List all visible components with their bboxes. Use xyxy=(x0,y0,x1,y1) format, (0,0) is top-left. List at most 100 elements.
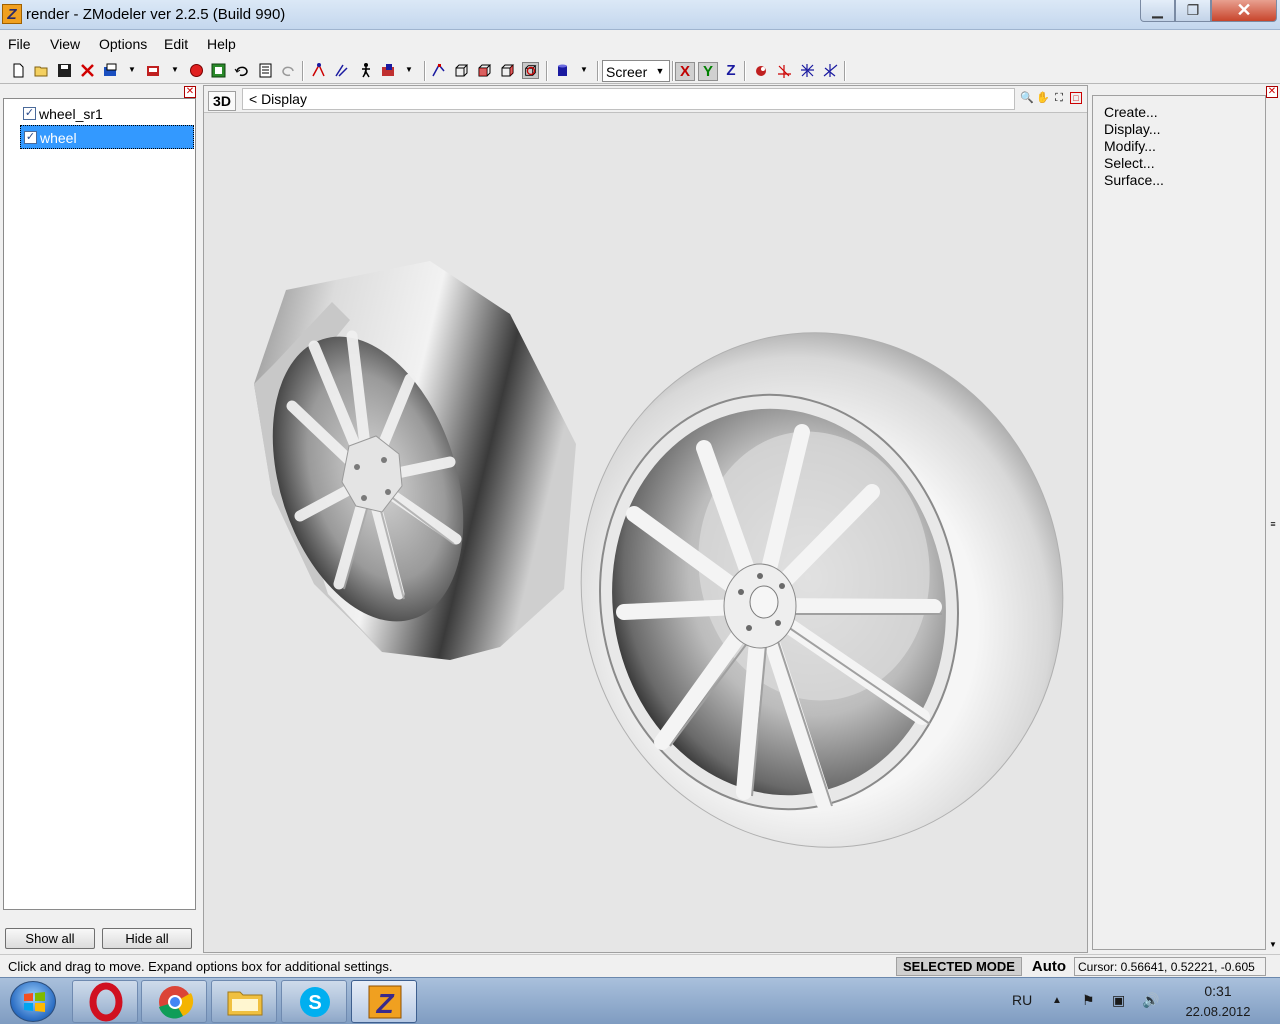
dropdown-arrow-icon[interactable]: ▼ xyxy=(171,65,188,82)
box-view-icon[interactable] xyxy=(453,62,470,79)
clock-time[interactable]: 0:31 xyxy=(1203,983,1233,999)
scroll-down-icon[interactable]: ▼ xyxy=(1268,940,1278,950)
pick-icon[interactable] xyxy=(430,62,447,79)
folder-icon xyxy=(227,991,263,1016)
list-item-selected[interactable]: ✓ wheel xyxy=(20,125,194,149)
scroll-grip-icon[interactable]: ≡ xyxy=(1268,519,1278,529)
close-button[interactable]: ✕ xyxy=(1211,0,1277,22)
toolbar-separator xyxy=(597,61,599,81)
breadcrumb[interactable]: < Display xyxy=(242,88,1015,110)
new-file-icon[interactable] xyxy=(10,62,27,79)
scrollbar[interactable]: ≡ ▼ xyxy=(1267,99,1279,951)
camera-icon[interactable] xyxy=(554,62,571,79)
minimize-button[interactable]: ▁ xyxy=(1140,0,1175,22)
cursor-coordinates: Cursor: 0.56641, 0.52221, -0.605 xyxy=(1074,957,1266,976)
command-modify[interactable]: Modify... xyxy=(1104,138,1156,154)
object-list-panel: ✕ ✓ wheel_sr1 ✓ wheel Show all Hide all xyxy=(0,85,200,953)
axis-icon[interactable] xyxy=(753,62,770,79)
command-display[interactable]: Display... xyxy=(1104,121,1161,137)
menu-edit[interactable]: Edit xyxy=(164,36,188,52)
side-view-icon[interactable] xyxy=(499,62,516,79)
taskbar-skype[interactable]: S xyxy=(281,980,347,1023)
zoom-icon[interactable]: 🔍 xyxy=(1020,91,1034,105)
select-vertex-icon[interactable] xyxy=(310,62,327,79)
view-mode-value: Screer xyxy=(606,64,648,80)
list-item[interactable]: ✓ wheel_sr1 xyxy=(20,102,194,126)
maximize-viewport-icon[interactable]: □ xyxy=(1070,92,1082,104)
panel-close-icon[interactable]: ✕ xyxy=(1266,86,1278,98)
toolbar-separator xyxy=(302,61,304,81)
axis-x-toggle[interactable]: X xyxy=(675,62,695,81)
undo-icon[interactable] xyxy=(233,62,250,79)
front-view-icon[interactable] xyxy=(476,62,493,79)
windows-logo-icon xyxy=(24,992,45,1012)
action-center-flag-icon[interactable]: ⚑ xyxy=(1082,992,1095,1009)
texture-icon[interactable] xyxy=(210,62,227,79)
maximize-button[interactable]: ❐ xyxy=(1175,0,1211,22)
select-edge-icon[interactable] xyxy=(333,62,350,79)
toolbar-separator xyxy=(744,61,746,81)
taskbar-zmodeler[interactable]: Z xyxy=(351,980,417,1023)
viewport-header: 3D < Display 🔍 ✋ ⛶ □ xyxy=(204,86,1087,113)
visibility-checkbox[interactable]: ✓ xyxy=(23,107,36,120)
dropdown-arrow-icon[interactable]: ▼ xyxy=(128,65,145,82)
selection-mode-badge[interactable]: SELECTED MODE xyxy=(896,957,1022,976)
show-hidden-icons-icon[interactable]: ▲ xyxy=(1052,995,1062,1006)
perspective-view-icon[interactable] xyxy=(522,62,539,79)
import-icon[interactable] xyxy=(102,62,119,79)
hide-all-button[interactable]: Hide all xyxy=(102,928,192,949)
volume-icon[interactable]: 🔊 xyxy=(1142,992,1159,1009)
dropdown-arrow-icon[interactable]: ▼ xyxy=(580,65,597,82)
menu-view[interactable]: View xyxy=(50,36,80,52)
select-object-icon[interactable] xyxy=(357,62,374,79)
wheel-model xyxy=(580,332,1064,848)
view-mode-select[interactable]: Screer ▼ xyxy=(602,60,670,82)
object-name: wheel_sr1 xyxy=(39,106,103,122)
axis-z-toggle[interactable]: Z xyxy=(721,62,741,81)
view-type-label[interactable]: 3D xyxy=(208,91,236,111)
zmodeler-app-icon[interactable]: Z xyxy=(2,4,22,24)
command-create[interactable]: Create... xyxy=(1104,104,1158,120)
auto-mode-label[interactable]: Auto xyxy=(1026,957,1072,976)
object-name: wheel xyxy=(40,130,77,146)
axis-y-toggle[interactable]: Y xyxy=(698,62,718,81)
transform-icon[interactable] xyxy=(380,62,397,79)
move-axis-icon[interactable] xyxy=(776,62,793,79)
toolbar-separator xyxy=(424,61,426,81)
visibility-checkbox[interactable]: ✓ xyxy=(24,131,37,144)
material-icon[interactable] xyxy=(188,62,205,79)
menu-file[interactable]: File xyxy=(8,36,31,52)
menu-options[interactable]: Options xyxy=(99,36,147,52)
viewport-3d: 3D < Display 🔍 ✋ ⛶ □ xyxy=(203,85,1088,953)
skype-icon: S xyxy=(300,987,330,1017)
delete-icon[interactable] xyxy=(79,62,96,79)
start-button[interactable] xyxy=(10,981,56,1022)
svg-text:Z: Z xyxy=(375,988,394,1019)
redo-icon[interactable] xyxy=(280,62,297,79)
taskbar-chrome[interactable] xyxy=(141,980,207,1023)
language-indicator[interactable]: RU xyxy=(1012,992,1032,1008)
command-select[interactable]: Select... xyxy=(1104,155,1155,171)
clock-date[interactable]: 22.08.2012 xyxy=(1181,1004,1255,1019)
panel-close-icon[interactable]: ✕ xyxy=(184,86,196,98)
rotate-axis-icon[interactable] xyxy=(799,62,816,79)
fit-view-icon[interactable]: ⛶ xyxy=(1052,91,1066,105)
show-all-button[interactable]: Show all xyxy=(5,928,95,949)
taskbar-explorer[interactable] xyxy=(211,980,277,1023)
command-surface[interactable]: Surface... xyxy=(1104,172,1164,188)
object-tree: ✓ wheel_sr1 ✓ wheel xyxy=(3,98,196,910)
menu-bar: File View Options Edit Help xyxy=(0,31,1280,57)
scale-axis-icon[interactable] xyxy=(822,62,839,79)
notes-icon[interactable] xyxy=(257,62,274,79)
dropdown-arrow-icon[interactable]: ▼ xyxy=(405,65,422,82)
pan-hand-icon[interactable]: ✋ xyxy=(1036,91,1050,105)
network-icon[interactable]: ▣ xyxy=(1112,992,1125,1009)
open-file-icon[interactable] xyxy=(33,62,50,79)
menu-help[interactable]: Help xyxy=(207,36,236,52)
export-icon[interactable] xyxy=(145,62,162,79)
save-icon[interactable] xyxy=(56,62,73,79)
viewport-canvas[interactable] xyxy=(204,114,1087,952)
taskbar-opera[interactable] xyxy=(72,980,138,1023)
command-list: Create... Display... Modify... Select...… xyxy=(1092,95,1266,950)
toolbar-separator xyxy=(844,61,846,81)
